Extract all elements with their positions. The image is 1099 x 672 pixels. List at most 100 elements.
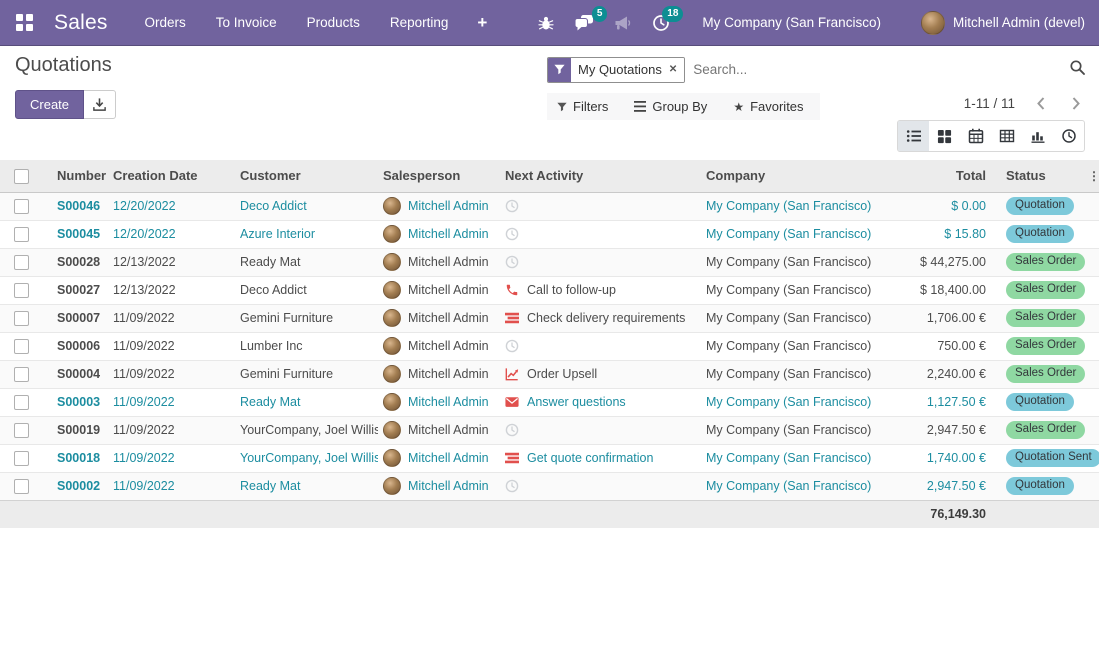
activity-icon[interactable]	[505, 423, 519, 437]
customer-name[interactable]: Ready Mat	[235, 472, 378, 500]
salesperson-avatar	[383, 337, 401, 355]
activity-icon[interactable]	[505, 227, 519, 241]
menu-plus-icon[interactable]: +	[463, 13, 501, 33]
activity-label[interactable]: Check delivery requirements	[527, 311, 685, 325]
filters-button[interactable]: Filters	[557, 99, 608, 114]
pager-next-icon[interactable]	[1067, 96, 1085, 111]
activity-label[interactable]: Answer questions	[527, 395, 626, 409]
activity-label[interactable]: Order Upsell	[527, 367, 597, 381]
table-row[interactable]: S00027 12/13/2022 Deco Addict Mitchell A…	[0, 276, 1099, 304]
select-all-checkbox[interactable]	[14, 169, 29, 184]
table-row[interactable]: S00003 11/09/2022 Ready Mat Mitchell Adm…	[0, 388, 1099, 416]
row-checkbox[interactable]	[14, 395, 29, 410]
customer-name[interactable]: Lumber Inc	[235, 332, 378, 360]
customer-name[interactable]: Deco Addict	[235, 192, 378, 220]
header-status[interactable]: Status	[991, 160, 1088, 192]
customer-name[interactable]: Ready Mat	[235, 248, 378, 276]
quotation-number[interactable]: S00046	[48, 192, 108, 220]
table-row[interactable]: S00018 11/09/2022 YourCompany, Joel Will…	[0, 444, 1099, 472]
activity-icon[interactable]	[505, 255, 519, 269]
activity-icon[interactable]	[505, 479, 519, 493]
table-row[interactable]: S00045 12/20/2022 Azure Interior Mitchel…	[0, 220, 1099, 248]
activity-icon[interactable]	[505, 311, 519, 325]
app-name[interactable]: Sales	[54, 11, 108, 35]
header-customer[interactable]: Customer	[235, 160, 378, 192]
header-number[interactable]: Number	[48, 160, 108, 192]
search-icon[interactable]	[1066, 59, 1089, 81]
activity-icon[interactable]	[505, 451, 519, 465]
view-kanban-button[interactable]	[929, 121, 960, 151]
group-by-button[interactable]: Group By	[634, 99, 707, 114]
row-checkbox[interactable]	[14, 283, 29, 298]
row-checkbox[interactable]	[14, 451, 29, 466]
row-checkbox[interactable]	[14, 339, 29, 354]
apps-menu-icon[interactable]	[16, 14, 33, 31]
table-row[interactable]: S00019 11/09/2022 YourCompany, Joel Will…	[0, 416, 1099, 444]
company-switcher[interactable]: My Company (San Francisco)	[702, 15, 881, 30]
header-next-activity[interactable]: Next Activity	[500, 160, 701, 192]
activity-icon[interactable]	[505, 395, 519, 409]
view-calendar-button[interactable]	[960, 121, 991, 151]
search-input[interactable]	[685, 62, 1066, 77]
row-checkbox[interactable]	[14, 479, 29, 494]
table-row[interactable]: S00046 12/20/2022 Deco Addict Mitchell A…	[0, 192, 1099, 220]
table-row[interactable]: S00002 11/09/2022 Ready Mat Mitchell Adm…	[0, 472, 1099, 500]
activity-icon[interactable]	[505, 283, 519, 297]
quotation-number[interactable]: S00045	[48, 220, 108, 248]
customer-name[interactable]: Gemini Furniture	[235, 304, 378, 332]
customer-name[interactable]: Gemini Furniture	[235, 360, 378, 388]
menu-orders[interactable]: Orders	[130, 0, 201, 45]
table-row[interactable]: S00007 11/09/2022 Gemini Furniture Mitch…	[0, 304, 1099, 332]
activity-icon[interactable]	[505, 339, 519, 353]
row-checkbox[interactable]	[14, 199, 29, 214]
activity-icon[interactable]	[505, 367, 519, 381]
customer-name[interactable]: Deco Addict	[235, 276, 378, 304]
header-creation-date[interactable]: Creation Date	[108, 160, 235, 192]
row-checkbox[interactable]	[14, 367, 29, 382]
quotation-number[interactable]: S00003	[48, 388, 108, 416]
customer-name[interactable]: YourCompany, Joel Willis	[235, 444, 378, 472]
quotation-number[interactable]: S00028	[48, 248, 108, 276]
header-salesperson[interactable]: Salesperson	[378, 160, 500, 192]
row-checkbox[interactable]	[14, 227, 29, 242]
activity-label[interactable]: Get quote confirmation	[527, 451, 653, 465]
row-checkbox[interactable]	[14, 311, 29, 326]
activities-clock-icon[interactable]: 18	[642, 14, 680, 32]
quotation-number[interactable]: S00027	[48, 276, 108, 304]
quotation-number[interactable]: S00007	[48, 304, 108, 332]
messages-icon[interactable]: 5	[564, 14, 604, 31]
debug-bug-icon[interactable]	[528, 15, 564, 31]
optional-columns-icon[interactable]: ⋮	[1088, 160, 1099, 192]
quotation-number[interactable]: S00006	[48, 332, 108, 360]
table-row[interactable]: S00004 11/09/2022 Gemini Furniture Mitch…	[0, 360, 1099, 388]
table-row[interactable]: S00006 11/09/2022 Lumber Inc Mitchell Ad…	[0, 332, 1099, 360]
menu-to-invoice[interactable]: To Invoice	[201, 0, 292, 45]
view-graph-button[interactable]	[1022, 121, 1053, 151]
export-button[interactable]	[84, 90, 116, 119]
view-activity-button[interactable]	[1053, 121, 1084, 151]
row-checkbox[interactable]	[14, 423, 29, 438]
menu-reporting[interactable]: Reporting	[375, 0, 464, 45]
header-company[interactable]: Company	[701, 160, 886, 192]
view-list-button[interactable]	[898, 121, 929, 151]
activity-icon[interactable]	[505, 199, 519, 213]
favorites-button[interactable]: ★ Favorites	[733, 99, 803, 114]
create-button[interactable]: Create	[15, 90, 84, 119]
activity-label[interactable]: Call to follow-up	[527, 283, 616, 297]
quotation-number[interactable]: S00019	[48, 416, 108, 444]
header-total[interactable]: Total	[886, 160, 991, 192]
row-checkbox[interactable]	[14, 255, 29, 270]
customer-name[interactable]: YourCompany, Joel Willis	[235, 416, 378, 444]
pager-previous-icon[interactable]	[1032, 96, 1050, 111]
quotation-number[interactable]: S00002	[48, 472, 108, 500]
view-pivot-button[interactable]	[991, 121, 1022, 151]
user-menu[interactable]: Mitchell Admin (devel)	[921, 11, 1085, 35]
quotation-number[interactable]: S00018	[48, 444, 108, 472]
announcement-megaphone-icon[interactable]	[604, 15, 642, 31]
customer-name[interactable]: Azure Interior	[235, 220, 378, 248]
table-row[interactable]: S00028 12/13/2022 Ready Mat Mitchell Adm…	[0, 248, 1099, 276]
customer-name[interactable]: Ready Mat	[235, 388, 378, 416]
quotation-number[interactable]: S00004	[48, 360, 108, 388]
facet-remove-icon[interactable]: ✕	[669, 64, 677, 75]
menu-products[interactable]: Products	[292, 0, 375, 45]
